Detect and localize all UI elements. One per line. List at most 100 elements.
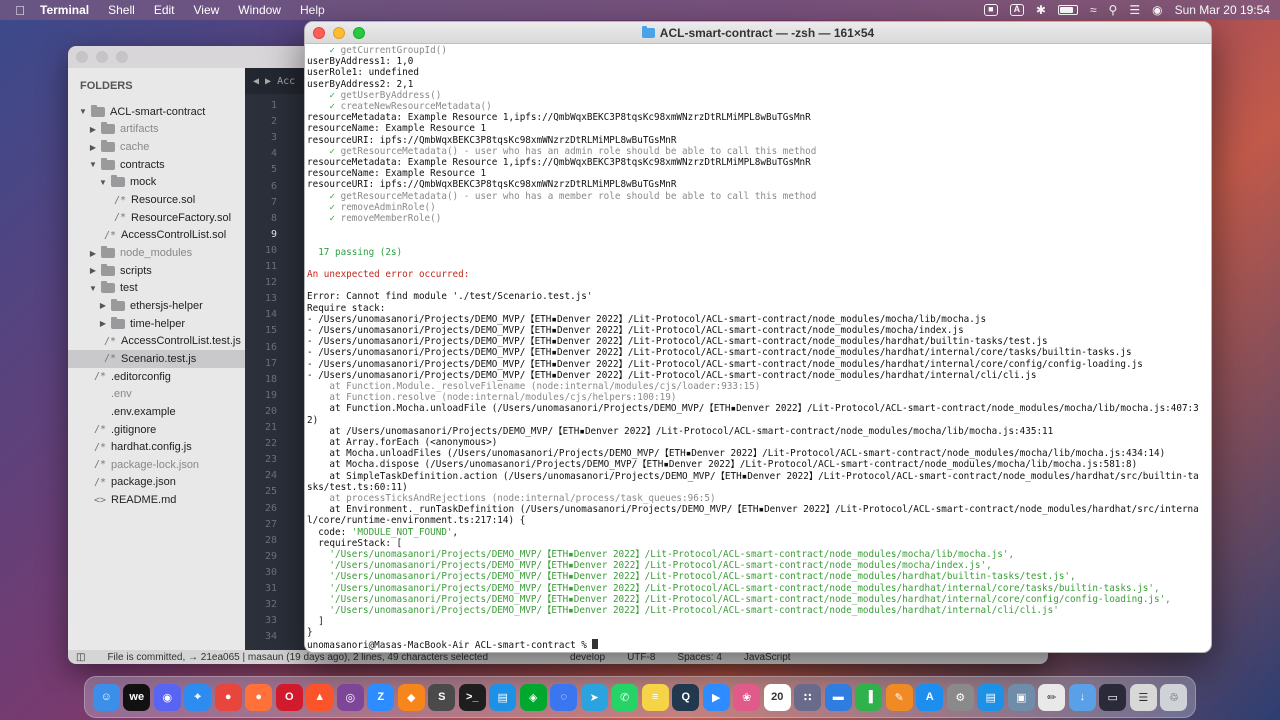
dock-zoom-z-icon[interactable]: Z [367, 683, 395, 711]
editor-minimize-button[interactable] [96, 51, 108, 63]
dock-evernote-icon[interactable]: ◈ [519, 683, 547, 711]
dock-pages-icon[interactable]: ✎ [885, 683, 913, 711]
dock-notes-icon[interactable]: ≡ [641, 683, 669, 711]
spotlight-search-icon[interactable]: ⚲ [1109, 3, 1118, 17]
dock-numbers-icon[interactable]: ▐ [855, 683, 883, 711]
editor-zoom-button[interactable] [116, 51, 128, 63]
menu-view[interactable]: View [194, 3, 220, 17]
tree-file[interactable]: /* AccessControlList.sol [68, 227, 245, 245]
dock-brave-icon[interactable]: ▲ [306, 683, 334, 711]
dock-finder-icon[interactable]: ☺ [92, 683, 120, 711]
disclosure-closed-icon[interactable]: ▶ [88, 143, 98, 152]
disclosure-open-icon[interactable]: ▼ [88, 284, 98, 293]
dock-tor-icon[interactable]: ◎ [336, 683, 364, 711]
dock-system-preferences-icon[interactable]: ⚙ [946, 683, 974, 711]
terminal-output[interactable]: ✓ getCurrentGroupId() userByAddress1: 1,0… [307, 45, 1209, 650]
tree-folder[interactable]: ▶ artifacts [68, 121, 245, 139]
disclosure-closed-icon[interactable]: ▶ [98, 301, 108, 310]
menu-shell[interactable]: Shell [108, 3, 135, 17]
wifi-icon[interactable]: ≈ [1090, 3, 1097, 17]
close-button[interactable] [313, 27, 325, 39]
disclosure-open-icon[interactable]: ▼ [78, 107, 88, 116]
tree-file[interactable]: /* package.json [68, 474, 245, 492]
disclosure-open-icon[interactable]: ▼ [88, 160, 98, 169]
dock-opera-icon[interactable]: O [275, 683, 303, 711]
dock-whatsapp-icon[interactable]: ✆ [611, 683, 639, 711]
disclosure-closed-icon[interactable]: ▶ [88, 125, 98, 134]
battery-icon[interactable] [1057, 5, 1078, 15]
tree-file[interactable]: /* AccessControlList.test.js [68, 332, 245, 350]
screen-record-icon[interactable]: ■ [983, 4, 998, 16]
disclosure-closed-icon[interactable]: ▶ [98, 319, 108, 328]
tree-file[interactable]: /* ResourceFactory.sol [68, 209, 245, 227]
dock-metamask-icon[interactable]: ◆ [397, 683, 425, 711]
tree-folder[interactable]: ▼ contracts [68, 156, 245, 174]
dock-discord-icon[interactable]: ◉ [153, 683, 181, 711]
tree-file[interactable]: .env.example [68, 403, 245, 421]
disclosure-open-icon[interactable]: ▼ [98, 178, 108, 187]
dock-docker-icon[interactable]: ▤ [977, 683, 1005, 711]
dock-chrome-icon[interactable]: ● [214, 683, 242, 711]
tree-file[interactable]: /* Scenario.test.js [68, 350, 245, 368]
tree-file[interactable]: /* .gitignore [68, 421, 245, 439]
tree-folder[interactable]: ▼ mock [68, 174, 245, 192]
dock-document-icon[interactable]: ☰ [1129, 683, 1157, 711]
dock-photos-icon[interactable]: ❀ [733, 683, 761, 711]
tree-file[interactable]: .env [68, 385, 245, 403]
dock-we-icon[interactable]: we [123, 683, 151, 711]
tree-folder[interactable]: ▼ ACL-smart-contract [68, 103, 245, 121]
dock-zoom-icon[interactable]: ▶ [702, 683, 730, 711]
siri-icon[interactable]: ◉ [1152, 3, 1162, 17]
tree-file[interactable]: /* .editorconfig [68, 368, 245, 386]
dock-textedit-icon[interactable]: ✏ [1038, 683, 1066, 711]
disclosure-closed-icon[interactable]: ▶ [88, 249, 98, 258]
menu-edit[interactable]: Edit [154, 3, 175, 17]
dock-telegram-icon[interactable]: ➤ [580, 683, 608, 711]
tree-folder[interactable]: ▶ time-helper [68, 315, 245, 333]
dock-calendar-icon[interactable]: 20 [763, 683, 791, 711]
bluetooth-icon[interactable]: ✱ [1036, 3, 1046, 17]
tree-folder[interactable]: ▶ node_modules [68, 244, 245, 262]
dock-signal-icon[interactable]: ◌ [550, 683, 578, 711]
dock-safari-icon[interactable]: ⌖ [184, 683, 212, 711]
control-center-icon[interactable]: ☰ [1129, 3, 1140, 17]
input-source-icon[interactable]: A [1009, 4, 1024, 16]
app-menu[interactable]: Terminal [40, 3, 89, 17]
menu-window[interactable]: Window [238, 3, 281, 17]
tree-folder[interactable]: ▼ test [68, 280, 245, 298]
tree-folder[interactable]: ▶ ethersjs-helper [68, 297, 245, 315]
tree-folder[interactable]: ▶ cache [68, 138, 245, 156]
tree-file[interactable]: /* package-lock.json [68, 456, 245, 474]
dock-docker-whale-icon[interactable]: ▤ [489, 683, 517, 711]
editor-tab[interactable]: Acc [277, 76, 295, 87]
dock-finder-window-icon[interactable]: ▣ [1007, 683, 1035, 711]
git-branch[interactable]: develop [570, 652, 605, 663]
dock-launchpad-icon[interactable]: ∷ [794, 683, 822, 711]
minimize-button[interactable] [333, 27, 345, 39]
indentation[interactable]: Spaces: 4 [677, 652, 721, 663]
tree-file[interactable]: /* Resource.sol [68, 191, 245, 209]
zoom-button[interactable] [353, 27, 365, 39]
tree-file[interactable]: <> README.md [68, 491, 245, 509]
dock-quicktime-icon[interactable]: Q [672, 683, 700, 711]
dock-sublime-icon[interactable]: S [428, 683, 456, 711]
menubar-clock[interactable]: Sun Mar 20 19:54 [1175, 3, 1270, 17]
menu-help[interactable]: Help [300, 3, 325, 17]
disclosure-closed-icon[interactable]: ▶ [88, 266, 98, 275]
encoding[interactable]: UTF-8 [627, 652, 655, 663]
terminal-line: resourceURI: ipfs://QmbWqxBEKC3P8tqsKc98… [307, 179, 677, 191]
tab-nav-arrows-icon[interactable]: ◀ ▶ [253, 76, 271, 87]
editor-close-button[interactable] [76, 51, 88, 63]
tree-file[interactable]: /* hardhat.config.js [68, 438, 245, 456]
dock-terminal-icon[interactable]: >_ [458, 683, 486, 711]
dock-app-store-icon[interactable]: A [916, 683, 944, 711]
apple-menu-icon[interactable]:  [0, 3, 40, 18]
dock-firefox-icon[interactable]: ● [245, 683, 273, 711]
dock-trash-icon[interactable]: ♲ [1160, 683, 1188, 711]
dock-screen-icon[interactable]: ▭ [1099, 683, 1127, 711]
syntax-mode[interactable]: JavaScript [744, 652, 791, 663]
tree-folder[interactable]: ▶ scripts [68, 262, 245, 280]
dock-downloads-icon[interactable]: ↓ [1068, 683, 1096, 711]
sidebar-toggle-icon[interactable]: ◫ [76, 652, 85, 663]
dock-keynote-icon[interactable]: ▬ [824, 683, 852, 711]
